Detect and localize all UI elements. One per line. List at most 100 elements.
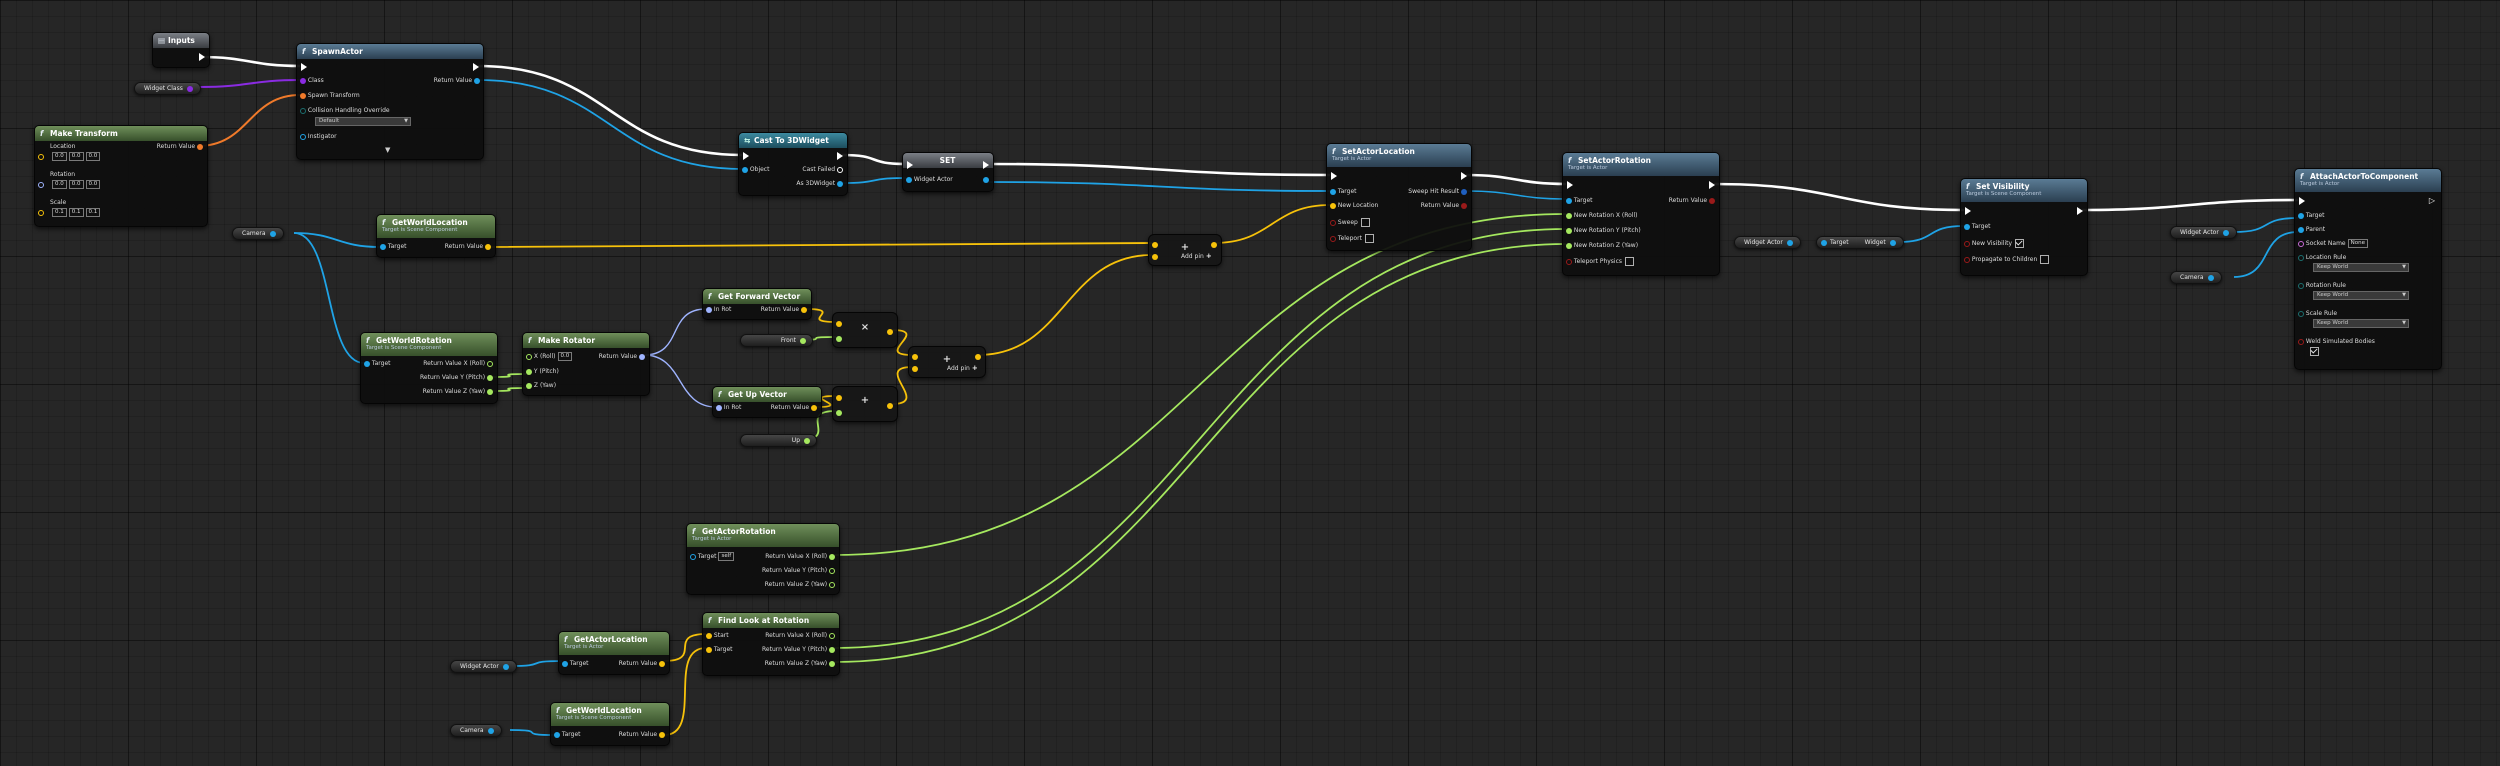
node-spawn-actor[interactable]: f SpawnActor Class Return Value Spawn Tra… bbox=[296, 43, 484, 160]
data-pin-icon[interactable] bbox=[487, 388, 493, 395]
var-widget-class[interactable]: Widget Class bbox=[134, 82, 201, 95]
data-pin-icon[interactable] bbox=[836, 336, 842, 342]
teleport-checkbox[interactable] bbox=[1364, 234, 1374, 243]
data-pin-icon[interactable] bbox=[2298, 338, 2304, 345]
add-node-vectors[interactable]: + Add pin + bbox=[908, 346, 986, 378]
exec-pin-icon[interactable] bbox=[301, 62, 307, 71]
add-node-up[interactable]: + bbox=[832, 386, 898, 422]
data-pin-icon[interactable] bbox=[1889, 239, 1896, 246]
var-widget-actor-2[interactable]: Widget Actor bbox=[2170, 226, 2237, 239]
data-pin-icon[interactable] bbox=[1566, 227, 1572, 234]
data-pin-icon[interactable] bbox=[300, 107, 306, 114]
data-pin-icon[interactable] bbox=[1709, 197, 1715, 204]
roll-field[interactable]: 0.0 bbox=[557, 352, 573, 361]
data-pin-icon[interactable] bbox=[800, 337, 806, 344]
data-pin-icon[interactable] bbox=[706, 632, 712, 639]
node-set-actor-location[interactable]: f SetActorLocation Target is Actor Target … bbox=[1326, 143, 1472, 251]
var-camera-2[interactable]: Camera bbox=[450, 724, 502, 737]
data-pin-icon[interactable] bbox=[836, 410, 842, 416]
data-pin-icon[interactable] bbox=[487, 374, 493, 381]
data-pin-icon[interactable] bbox=[1330, 219, 1336, 226]
scale-z-field[interactable]: 0.1 bbox=[85, 208, 101, 217]
exec-pin-icon[interactable] bbox=[1461, 171, 1467, 180]
data-pin-icon[interactable] bbox=[186, 85, 193, 92]
data-pin-icon[interactable] bbox=[801, 306, 807, 313]
node-get-world-location-2[interactable]: f GetWorldLocation Target is Scene Compone… bbox=[550, 702, 670, 746]
var-camera[interactable]: Camera bbox=[232, 227, 284, 240]
data-pin-icon[interactable] bbox=[2222, 229, 2229, 236]
var-up[interactable]: Up bbox=[740, 434, 817, 447]
data-pin-icon[interactable] bbox=[639, 353, 645, 360]
data-pin-icon[interactable] bbox=[2298, 282, 2304, 289]
data-pin-icon[interactable] bbox=[690, 553, 696, 560]
node-get-actor-location[interactable]: f GetActorLocation Target is Actor Target … bbox=[558, 631, 670, 675]
new-visibility-checkbox[interactable] bbox=[2015, 239, 2025, 248]
rotation-x-field[interactable]: 0.0 bbox=[52, 180, 67, 189]
exec-pin-icon[interactable] bbox=[1709, 180, 1715, 189]
var-widget-actor[interactable]: Widget Actor bbox=[1734, 236, 1801, 249]
collision-dropdown[interactable]: Default ▼ bbox=[315, 117, 411, 126]
data-pin-icon[interactable] bbox=[2298, 226, 2304, 233]
data-pin-icon[interactable] bbox=[742, 166, 748, 173]
add-pin-label[interactable]: Add pin bbox=[947, 365, 970, 372]
data-pin-icon[interactable] bbox=[829, 660, 835, 667]
teleport-physics-checkbox[interactable] bbox=[1625, 257, 1635, 266]
data-pin-icon[interactable] bbox=[975, 354, 981, 360]
node-cast-to-3dwidget[interactable]: ⇆ Cast To 3DWidget Object Cast Failed As … bbox=[738, 132, 848, 196]
exec-pin-icon[interactable] bbox=[1965, 206, 1971, 215]
rotation-z-field[interactable]: 0.0 bbox=[85, 180, 101, 189]
node-get-world-rotation[interactable]: f GetWorldRotation Target is Scene Compone… bbox=[360, 332, 498, 404]
data-pin-icon[interactable] bbox=[38, 209, 44, 216]
data-pin-icon[interactable] bbox=[2298, 310, 2304, 317]
socket-name-field[interactable]: None bbox=[2347, 239, 2368, 248]
data-pin-icon[interactable] bbox=[1566, 197, 1572, 204]
data-pin-icon[interactable] bbox=[197, 143, 203, 150]
data-pin-icon[interactable] bbox=[1330, 235, 1336, 242]
data-pin-icon[interactable] bbox=[1964, 256, 1970, 263]
data-pin-icon[interactable] bbox=[380, 243, 386, 250]
data-pin-icon[interactable] bbox=[2298, 240, 2304, 247]
rotation-y-field[interactable]: 0.0 bbox=[68, 180, 84, 189]
data-pin-icon[interactable] bbox=[1330, 202, 1336, 209]
node-set-actor-rotation[interactable]: f SetActorRotation Target is Actor Target … bbox=[1562, 152, 1720, 276]
blueprint-graph-canvas[interactable]: ▤ Inputs f SpawnActor Class Return Value S… bbox=[0, 0, 2500, 766]
data-pin-icon[interactable] bbox=[364, 360, 370, 367]
data-pin-icon[interactable] bbox=[659, 660, 665, 667]
node-find-look-at-rotation[interactable]: f Find Look at Rotation Start Return Valu… bbox=[702, 612, 840, 676]
data-pin-icon[interactable] bbox=[526, 382, 532, 389]
node-make-rotator[interactable]: f Make Rotator X (Roll) 0.0 Return Value Y… bbox=[522, 332, 650, 396]
location-z-field[interactable]: 0.0 bbox=[85, 152, 101, 161]
data-pin-icon[interactable] bbox=[38, 153, 44, 160]
data-pin-icon[interactable] bbox=[1211, 242, 1217, 248]
exec-pin-icon[interactable] bbox=[2077, 206, 2083, 215]
add-pin-label[interactable]: Add pin bbox=[1181, 253, 1204, 260]
exec-pin-icon[interactable] bbox=[743, 151, 749, 160]
data-pin-icon[interactable] bbox=[1566, 258, 1572, 265]
exec-pin-icon[interactable] bbox=[473, 62, 479, 71]
data-pin-icon[interactable] bbox=[487, 727, 494, 734]
data-pin-icon[interactable] bbox=[1461, 202, 1467, 209]
exec-pin-icon[interactable] bbox=[199, 52, 205, 61]
data-pin-icon[interactable] bbox=[487, 360, 493, 367]
data-pin-icon[interactable] bbox=[706, 306, 712, 313]
data-pin-icon[interactable] bbox=[526, 353, 532, 360]
data-pin-icon[interactable] bbox=[38, 181, 44, 188]
scale-rule-dropdown[interactable]: Keep World ▼ bbox=[2313, 319, 2409, 328]
data-pin-icon[interactable] bbox=[811, 404, 817, 411]
data-pin-icon[interactable] bbox=[912, 366, 918, 372]
data-pin-icon[interactable] bbox=[269, 230, 276, 237]
data-pin-icon[interactable] bbox=[562, 660, 568, 667]
data-pin-icon[interactable] bbox=[2298, 212, 2304, 219]
node-set-visibility[interactable]: f Set Visibility Target is Scene Component… bbox=[1960, 178, 2088, 276]
data-pin-icon[interactable] bbox=[1964, 223, 1970, 230]
rotation-rule-dropdown[interactable]: Keep World ▼ bbox=[2313, 291, 2409, 300]
scale-x-field[interactable]: 0.1 bbox=[52, 208, 67, 217]
exec-pin-icon[interactable] bbox=[837, 166, 843, 173]
data-pin-icon[interactable] bbox=[829, 632, 835, 639]
data-pin-icon[interactable] bbox=[300, 92, 306, 99]
location-x-field[interactable]: 0.0 bbox=[52, 152, 67, 161]
data-pin-icon[interactable] bbox=[1566, 212, 1572, 219]
scale-y-field[interactable]: 0.1 bbox=[68, 208, 84, 217]
data-pin-icon[interactable] bbox=[804, 437, 810, 444]
data-pin-icon[interactable] bbox=[1152, 242, 1158, 248]
